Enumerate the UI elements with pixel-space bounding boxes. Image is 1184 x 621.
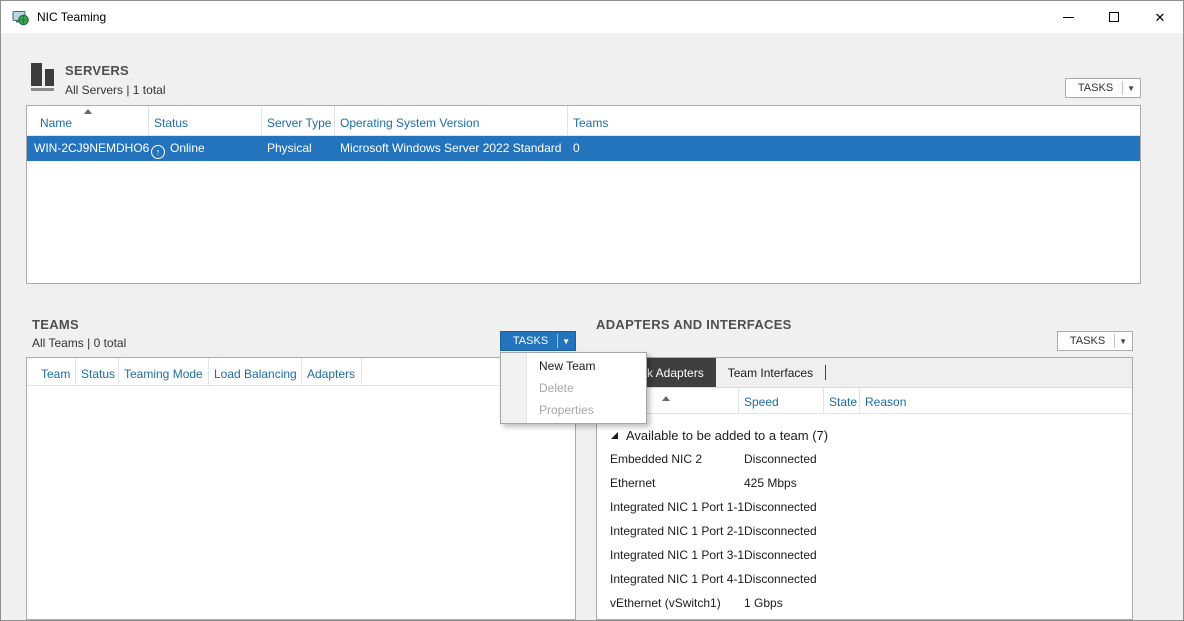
teams-section-title: TEAMS <box>32 317 79 332</box>
adapter-row[interactable]: Integrated NIC 1 Port 3-1 Disconnected <box>597 543 1132 567</box>
menu-item-properties: Properties <box>501 399 646 421</box>
servers-section-subtitle: All Servers | 1 total <box>65 83 166 97</box>
window-title: NIC Teaming <box>37 10 106 24</box>
adapter-speed: Disconnected <box>744 567 1132 591</box>
chevron-down-icon: ▼ <box>562 337 570 346</box>
chevron-down-icon: ▼ <box>1127 84 1135 93</box>
adapter-name: Integrated NIC 1 Port 4-1 <box>610 567 744 591</box>
adapter-speed: Disconnected <box>744 447 1132 471</box>
teams-table: Team Status Teaming Mode Load Balancing … <box>26 357 576 620</box>
adapter-name: Integrated NIC 1 Port 3-1 <box>610 543 744 567</box>
maximize-icon <box>1109 12 1119 22</box>
group-label: Available to be added to a team (7) <box>626 428 828 443</box>
column-header-speed[interactable]: Speed <box>739 388 824 413</box>
server-name-cell: WIN-2CJ9NEMDHO6 <box>27 136 149 161</box>
column-header-label: Name <box>40 116 72 130</box>
server-row-selected[interactable]: WIN-2CJ9NEMDHO6 ↑Online Physical Microso… <box>27 136 1140 161</box>
tab-divider <box>825 365 826 380</box>
adapters-section-title: ADAPTERS AND INTERFACES <box>596 317 792 332</box>
column-header-state[interactable]: State <box>824 388 860 413</box>
teams-tasks-menu: New Team Delete Properties <box>500 352 647 424</box>
menu-item-delete: Delete <box>501 377 646 399</box>
servers-section-title: SERVERS <box>65 63 129 78</box>
adapter-speed: Disconnected <box>744 543 1132 567</box>
titlebar: NIC Teaming ✕ <box>1 1 1183 33</box>
servers-tasks-button[interactable]: TASKS ▼ <box>1065 78 1141 98</box>
column-header-reason[interactable]: Reason <box>860 388 1132 413</box>
app-icon[interactable] <box>12 9 29 26</box>
adapters-panel: Network Adapters Team Interfaces Speed S… <box>596 357 1133 620</box>
teams-table-header: Team Status Teaming Mode Load Balancing … <box>27 358 575 386</box>
adapters-tasks-button[interactable]: TASKS ▼ <box>1057 331 1133 351</box>
adapter-name: Embedded NIC 2 <box>610 447 744 471</box>
column-header-server-type[interactable]: Server Type <box>262 106 335 135</box>
teams-tasks-label: TASKS <box>506 335 555 347</box>
server-status-cell: ↑Online <box>149 136 262 161</box>
adapter-speed: Disconnected <box>744 495 1132 519</box>
chevron-down-icon: ▼ <box>1119 337 1127 346</box>
server-os-cell: Microsoft Windows Server 2022 Standard <box>335 136 568 161</box>
minimize-icon <box>1063 17 1074 18</box>
adapter-name: Ethernet <box>610 471 744 495</box>
maximize-button[interactable] <box>1091 1 1137 33</box>
nic-teaming-window: NIC Teaming ✕ SERVERS All Servers | 1 to… <box>0 0 1184 621</box>
column-header-adapters[interactable]: Adapters <box>302 358 362 385</box>
column-header-team[interactable]: Team <box>27 358 76 385</box>
teams-section-subtitle: All Teams | 0 total <box>32 336 126 350</box>
adapters-tasks-label: TASKS <box>1063 335 1112 347</box>
close-icon: ✕ <box>1155 11 1166 24</box>
adapter-row[interactable]: Integrated NIC 1 Port 1-1 Disconnected <box>597 495 1132 519</box>
close-button[interactable]: ✕ <box>1137 1 1183 33</box>
tasks-button-divider <box>1114 334 1115 348</box>
sort-ascending-icon <box>662 396 670 401</box>
sort-ascending-icon <box>84 109 92 114</box>
adapter-row[interactable]: Embedded NIC 2 Disconnected <box>597 447 1132 471</box>
servers-table: Name Status Server Type Operating System… <box>26 105 1141 284</box>
column-header-name[interactable]: Name <box>27 106 149 135</box>
group-expanded-icon <box>611 432 618 439</box>
tasks-button-divider <box>1122 81 1123 95</box>
adapter-name: Integrated NIC 1 Port 2-1 <box>610 519 744 543</box>
server-teams-count-cell: 0 <box>568 136 1140 161</box>
adapter-row[interactable]: Ethernet 425 Mbps <box>597 471 1132 495</box>
adapters-tabs: Network Adapters Team Interfaces <box>597 358 1132 388</box>
column-header-status[interactable]: Status <box>76 358 119 385</box>
servers-icon <box>29 60 59 92</box>
column-header-status[interactable]: Status <box>149 106 262 135</box>
adapter-row[interactable]: Integrated NIC 1 Port 4-1 Disconnected <box>597 567 1132 591</box>
adapter-name: vEthernet (vSwitch1) <box>610 591 744 615</box>
adapters-table-header: Speed State Reason <box>597 388 1132 414</box>
adapter-speed: 1 Gbps <box>744 591 1132 615</box>
column-header-teams[interactable]: Teams <box>568 106 1140 135</box>
tab-team-interfaces[interactable]: Team Interfaces <box>716 358 825 387</box>
adapter-row[interactable]: vEthernet (vSwitch1) 1 Gbps <box>597 591 1132 615</box>
tasks-button-divider <box>557 334 558 348</box>
servers-tasks-label: TASKS <box>1071 82 1120 94</box>
adapter-speed: 425 Mbps <box>744 471 1132 495</box>
minimize-button[interactable] <box>1045 1 1091 33</box>
column-header-load-balancing[interactable]: Load Balancing <box>209 358 302 385</box>
column-header-os-version[interactable]: Operating System Version <box>335 106 568 135</box>
adapter-name: Integrated NIC 1 Port 1-1 <box>610 495 744 519</box>
online-status-icon: ↑ <box>151 145 165 159</box>
menu-item-new-team[interactable]: New Team <box>501 355 646 377</box>
adapter-group-header[interactable]: Available to be added to a team (7) <box>597 423 1132 447</box>
column-header-teaming-mode[interactable]: Teaming Mode <box>119 358 209 385</box>
servers-table-header: Name Status Server Type Operating System… <box>27 106 1140 136</box>
window-controls: ✕ <box>1045 1 1183 33</box>
adapter-speed: Disconnected <box>744 519 1132 543</box>
adapter-row[interactable]: Integrated NIC 1 Port 2-1 Disconnected <box>597 519 1132 543</box>
server-type-cell: Physical <box>262 136 335 161</box>
teams-tasks-button[interactable]: TASKS ▼ <box>500 331 576 351</box>
